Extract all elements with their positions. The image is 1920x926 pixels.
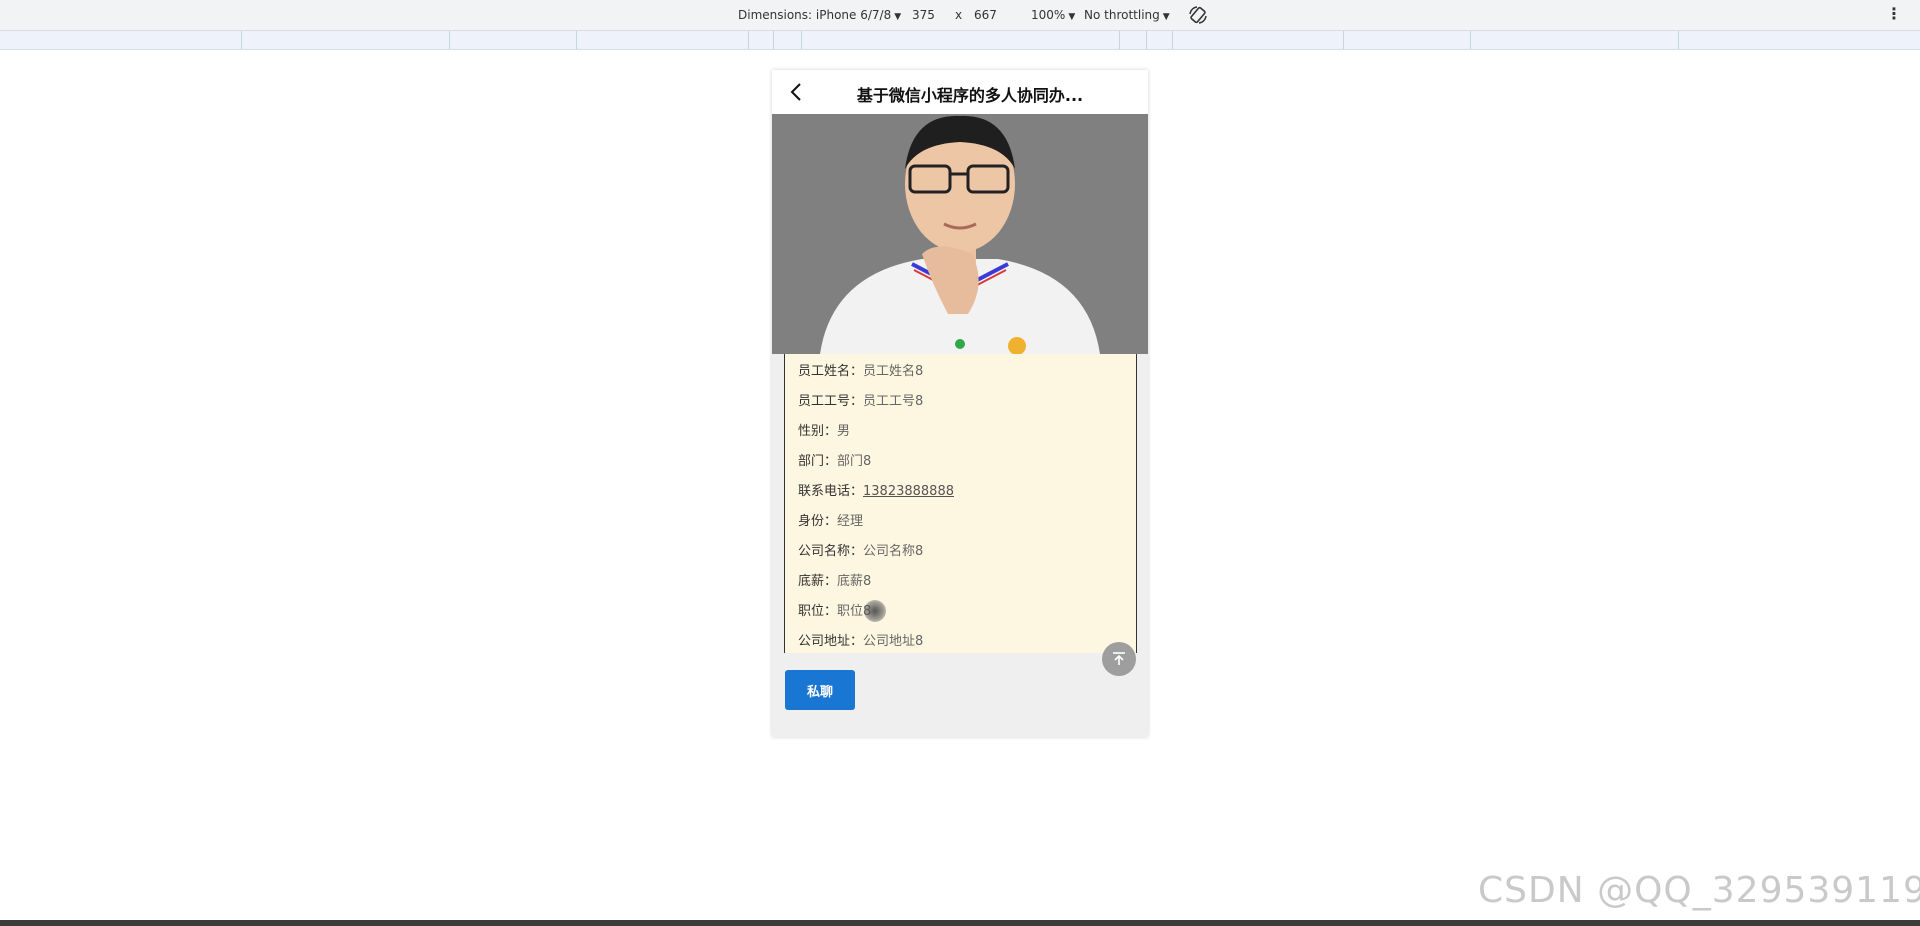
device-label: Dimensions: iPhone 6/7/8 xyxy=(738,8,892,22)
page-title: 基于微信小程序的多人协同办... xyxy=(856,86,1084,105)
field-value: 员工姓名8 xyxy=(863,364,924,379)
zoom-select[interactable]: 100% ▼ xyxy=(1031,8,1075,22)
field-value: 员工工号8 xyxy=(863,394,924,409)
throttling-label: No throttling xyxy=(1084,8,1160,22)
device-select[interactable]: Dimensions: iPhone 6/7/8 ▼ xyxy=(738,8,901,22)
zoom-label: 100% xyxy=(1031,8,1066,22)
cursor-indicator xyxy=(864,600,886,622)
rotate-icon[interactable] xyxy=(1188,5,1208,25)
field-company-name: 公司名称：公司名称8 xyxy=(798,540,923,559)
mq-divider xyxy=(1146,31,1147,49)
kebab-icon[interactable]: ⋮ xyxy=(1886,6,1902,22)
field-label: 底薪： xyxy=(798,574,838,589)
taskbar-strip xyxy=(0,920,1920,926)
caret-down-icon: ▼ xyxy=(1068,12,1076,22)
devtools-toolbar: Dimensions: iPhone 6/7/8 ▼ 375 x 667 100%… xyxy=(0,0,1920,31)
field-label: 身份： xyxy=(798,514,838,529)
field-label: 联系电话： xyxy=(798,484,864,499)
field-value: 公司地址8 xyxy=(863,634,924,649)
employee-photo xyxy=(772,114,1148,354)
field-name: 员工姓名：员工姓名8 xyxy=(798,360,923,379)
field-label: 员工工号： xyxy=(798,394,864,409)
mq-divider xyxy=(1119,31,1120,49)
width-input[interactable]: 375 xyxy=(912,8,935,22)
field-gender: 性别：男 xyxy=(798,420,850,439)
caret-down-icon: ▼ xyxy=(894,12,902,22)
field-value: 底薪8 xyxy=(837,574,872,589)
field-department: 部门：部门8 xyxy=(798,450,871,469)
nav-bar: 基于微信小程序的多人协同办... xyxy=(772,70,1148,114)
portrait-image xyxy=(772,114,1148,354)
field-label: 公司名称： xyxy=(798,544,864,559)
times-sign: x xyxy=(955,8,963,22)
field-value: 公司名称8 xyxy=(863,544,924,559)
mq-divider xyxy=(241,31,242,49)
field-label: 员工姓名： xyxy=(798,364,864,379)
private-chat-button[interactable]: 私聊 xyxy=(785,670,855,710)
field-employee-id: 员工工号：员工工号8 xyxy=(798,390,923,409)
watermark: CSDN @QQ_3295391197 xyxy=(1478,870,1920,911)
field-company-address: 公司地址：公司地址8 xyxy=(798,630,923,649)
field-label: 性别： xyxy=(798,424,838,439)
field-base-salary: 底薪：底薪8 xyxy=(798,570,871,589)
field-label: 部门： xyxy=(798,454,838,469)
height-input[interactable]: 667 xyxy=(974,8,997,22)
mq-divider xyxy=(1470,31,1471,49)
field-value: 男 xyxy=(837,424,851,439)
field-label: 职位： xyxy=(798,604,838,619)
mq-divider xyxy=(1678,31,1679,49)
mq-divider xyxy=(449,31,450,49)
mq-divider xyxy=(773,31,774,49)
field-phone: 联系电话：13823888888 xyxy=(798,480,954,499)
field-role: 身份：经理 xyxy=(798,510,863,529)
employee-info-card: 员工姓名：员工姓名8 员工工号：员工工号8 性别：男 部门：部门8 联系电话：1… xyxy=(784,354,1137,653)
field-position: 职位：职位8 xyxy=(798,600,871,619)
media-query-bar[interactable] xyxy=(0,31,1920,50)
mq-divider xyxy=(1343,31,1344,49)
field-value: 经理 xyxy=(837,514,864,529)
mq-divider xyxy=(576,31,577,49)
field-value: 部门8 xyxy=(837,454,872,469)
field-label: 公司地址： xyxy=(798,634,864,649)
mq-divider xyxy=(748,31,749,49)
caret-down-icon: ▼ xyxy=(1162,12,1170,22)
phone-link[interactable]: 13823888888 xyxy=(863,484,954,499)
mq-divider xyxy=(1172,31,1173,49)
throttling-select[interactable]: No throttling ▼ xyxy=(1084,8,1170,22)
mq-divider xyxy=(801,31,802,49)
back-to-top-icon xyxy=(1113,652,1125,665)
phone-viewport: 基于微信小程序的多人协同办... 员工姓名：员工姓名8 员工工号：员工工号8 性… xyxy=(772,70,1148,737)
back-to-top-button[interactable] xyxy=(1102,642,1136,676)
